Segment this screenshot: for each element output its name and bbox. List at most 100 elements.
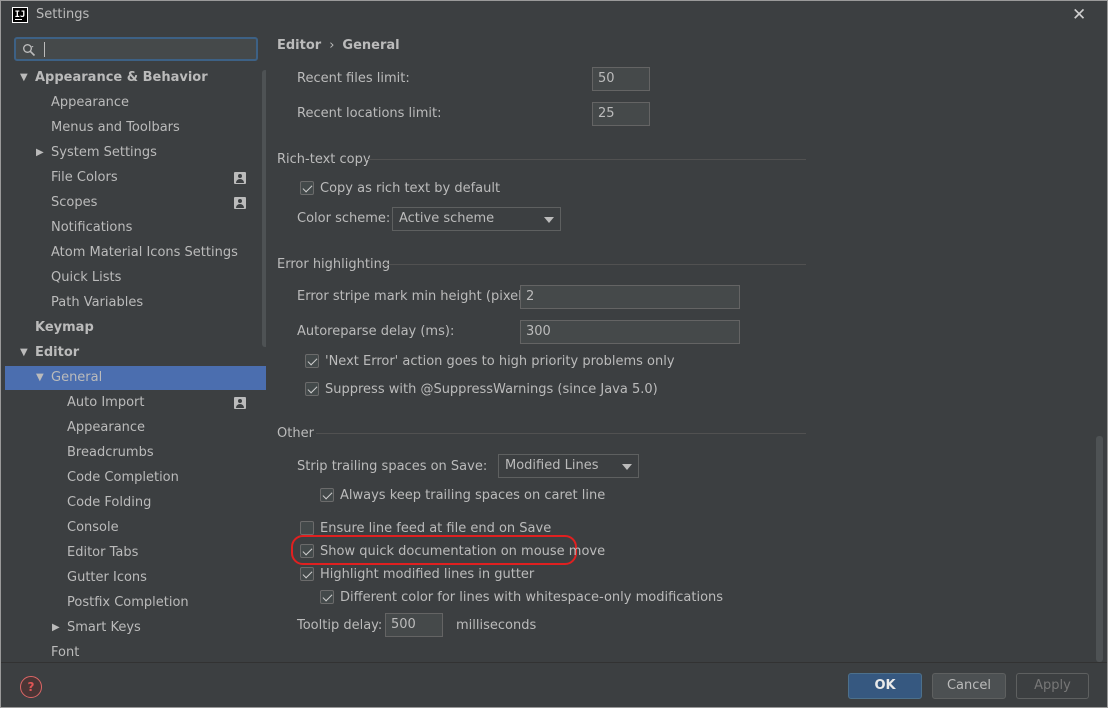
other-divider [316,433,806,434]
sidebar-item-code-completion[interactable]: Code Completion [5,466,266,490]
sidebar-item-system-settings[interactable]: ▶ System Settings [5,141,266,165]
sidebar-item-path-variables[interactable]: Path Variables [5,291,266,315]
strip-trailing-dropdown[interactable]: Modified Lines [498,454,639,478]
intellij-app-icon: IJ [12,7,28,23]
autoreparse-input[interactable]: 300 [520,320,740,344]
tooltip-delay-label: Tooltip delay: [297,618,383,633]
sidebar-item-menus-and-toolbars[interactable]: Menus and Toolbars [5,116,266,140]
sidebar-item-label: Auto Import [67,395,145,410]
keep-trailing-label[interactable]: Always keep trailing spaces on caret lin… [340,488,605,503]
copy-rich-text-checkbox[interactable] [300,181,314,195]
dialog-footer: OK Cancel Apply [1,662,1107,707]
settings-sidebar: ▼ Appearance & Behavior Appearance Menus an… [5,30,266,662]
sidebar-item-label: Keymap [35,320,94,335]
sidebar-item-label: System Settings [51,145,157,160]
sidebar-item-label: Code Folding [67,495,152,510]
sidebar-item-quick-lists[interactable]: Quick Lists [5,266,266,290]
other-section-title: Other [277,426,314,441]
sidebar-item-label: Postfix Completion [67,595,189,610]
breadcrumb-editor[interactable]: Editor [277,38,321,53]
recent-locations-label: Recent locations limit: [297,106,442,121]
tooltip-delay-input[interactable]: 500 [385,613,443,637]
copy-rich-text-label[interactable]: Copy as rich text by default [320,181,500,196]
sidebar-item-editor[interactable]: ▼ Editor [5,341,266,365]
sidebar-item-label: File Colors [51,170,118,185]
highlight-modified-checkbox[interactable] [300,567,314,581]
quick-doc-label[interactable]: Show quick documentation on mouse move [320,544,605,559]
breadcrumb-general: General [342,38,400,53]
content-scrollbar[interactable] [1096,436,1103,662]
sidebar-item-code-folding[interactable]: Code Folding [5,491,266,515]
line-feed-checkbox[interactable] [300,521,314,535]
apply-button[interactable]: Apply [1016,673,1089,699]
search-icon [23,44,36,57]
keep-trailing-checkbox[interactable] [320,488,334,502]
recent-files-label: Recent files limit: [297,71,410,86]
sidebar-item-notifications[interactable]: Notifications [5,216,266,240]
chevron-right-icon[interactable]: ▶ [52,616,60,640]
sidebar-item-file-colors[interactable]: File Colors [5,166,266,190]
highlight-modified-label[interactable]: Highlight modified lines in gutter [320,567,534,582]
quick-doc-checkbox[interactable] [300,544,314,558]
sidebar-item-auto-import[interactable]: Auto Import [5,391,266,415]
user-icon [234,397,246,409]
settings-window: IJ Settings ✕ ▼ Appearance & Behavior Appe… [0,0,1108,708]
strip-trailing-value: Modified Lines [505,458,599,473]
chevron-right-icon[interactable]: ▶ [36,141,44,165]
sidebar-item-label: Appearance [51,95,130,110]
sidebar-item-label: Code Completion [67,470,179,485]
different-color-label[interactable]: Different color for lines with whitespac… [340,590,723,605]
autoreparse-label: Autoreparse delay (ms): [297,324,455,339]
breadcrumb: Editor › General [277,38,400,53]
search-input[interactable] [46,40,246,59]
help-icon[interactable] [20,676,42,698]
sidebar-item-smart-keys[interactable]: ▶ Smart Keys [5,616,266,640]
sidebar-item-label: Editor Tabs [67,545,139,560]
sidebar-item-appearance-behavior[interactable]: ▼ Appearance & Behavior [5,66,266,90]
sidebar-item-label: Notifications [51,220,133,235]
recent-locations-input[interactable]: 25 [592,102,650,126]
search-caret [44,42,45,57]
sidebar-item-scopes[interactable]: Scopes [5,191,266,215]
sidebar-item-label: Smart Keys [67,620,141,635]
sidebar-item-label: Atom Material Icons Settings [51,245,238,260]
chevron-down-icon[interactable]: ▼ [36,366,44,390]
chevron-down-icon[interactable]: ▼ [20,341,28,365]
sidebar-item-font[interactable]: Font [5,641,266,662]
recent-files-input[interactable]: 50 [592,67,650,91]
sidebar-item-label: Gutter Icons [67,570,147,585]
sidebar-item-atom-material-icons-settings[interactable]: Atom Material Icons Settings [5,241,266,265]
cancel-button[interactable]: Cancel [932,673,1006,699]
chevron-down-icon[interactable]: ▼ [20,66,28,90]
suppress-warnings-label[interactable]: Suppress with @SuppressWarnings (since J… [325,382,658,397]
ok-button[interactable]: OK [848,673,922,699]
sidebar-item-appearance[interactable]: Appearance [5,416,266,440]
sidebar-item-postfix-completion[interactable]: Postfix Completion [5,591,266,615]
different-color-checkbox[interactable] [320,590,334,604]
sidebar-item-console[interactable]: Console [5,516,266,540]
sidebar-item-label: Quick Lists [51,270,122,285]
suppress-warnings-checkbox[interactable] [305,382,319,396]
error-stripe-input[interactable]: 2 [520,285,740,309]
sidebar-item-editor-tabs[interactable]: Editor Tabs [5,541,266,565]
next-error-label[interactable]: 'Next Error' action goes to high priorit… [325,354,675,369]
next-error-checkbox[interactable] [305,354,319,368]
sidebar-item-appearance[interactable]: Appearance [5,91,266,115]
sidebar-item-keymap[interactable]: Keymap [5,316,266,340]
error-highlighting-divider [381,264,806,265]
line-feed-label[interactable]: Ensure line feed at file end on Save [320,521,551,536]
strip-trailing-label: Strip trailing spaces on Save: [297,459,488,474]
sidebar-item-breadcrumbs[interactable]: Breadcrumbs [5,441,266,465]
error-highlighting-section-title: Error highlighting [277,257,391,272]
color-scheme-dropdown[interactable]: Active scheme [392,207,561,231]
color-scheme-label: Color scheme: [297,211,391,226]
sidebar-item-label: Menus and Toolbars [51,120,180,135]
sidebar-item-label: Breadcrumbs [67,445,154,460]
close-icon[interactable]: ✕ [1072,5,1086,25]
sidebar-item-general[interactable]: ▼ General [5,366,266,390]
search-box[interactable] [14,37,258,61]
sidebar-item-gutter-icons[interactable]: Gutter Icons [5,566,266,590]
title-bar: IJ Settings ✕ [1,1,1107,30]
color-scheme-value: Active scheme [399,211,495,226]
settings-content: Editor › General Recent files limit: 50 Re… [266,30,1107,662]
